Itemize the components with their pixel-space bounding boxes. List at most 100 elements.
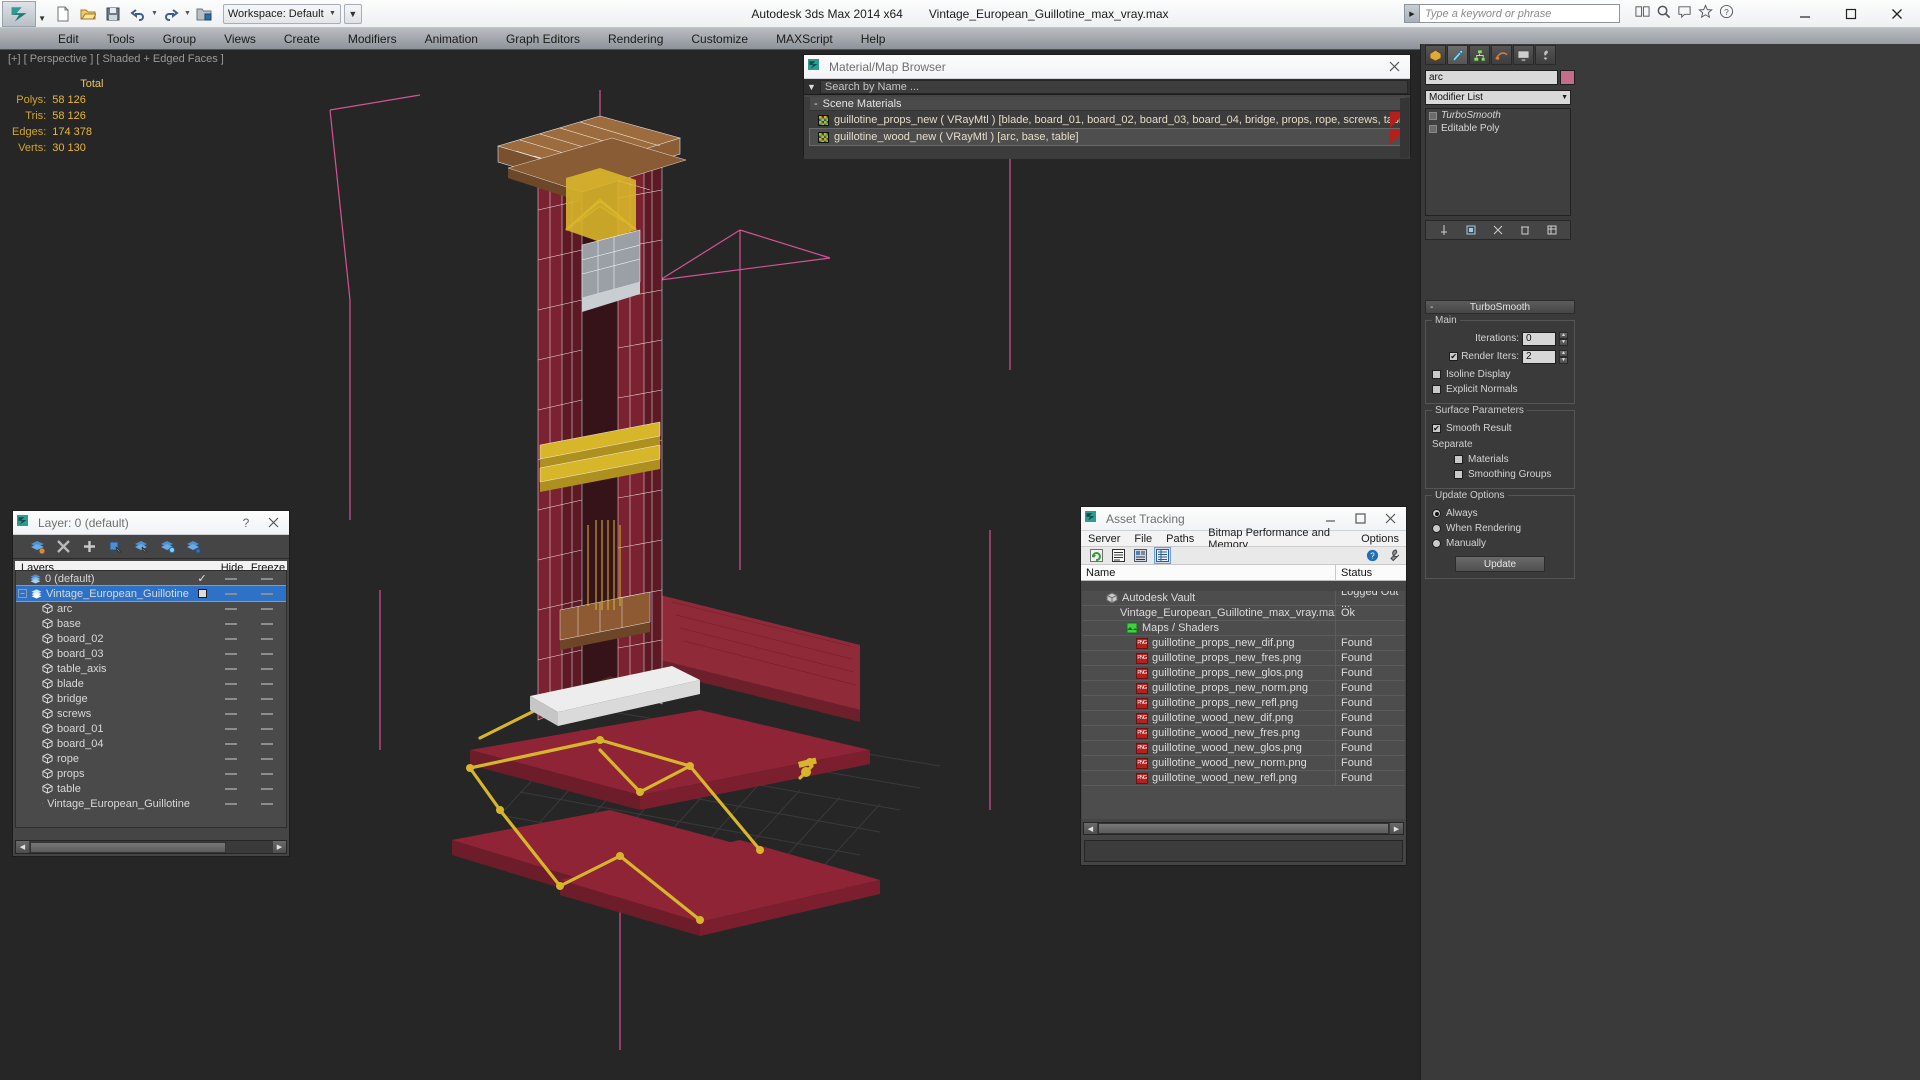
material-map-browser-window[interactable]: Material/Map Browser ▼ Search by Name ..…: [803, 54, 1411, 159]
undo-icon[interactable]: [127, 3, 149, 25]
asset-menu-file[interactable]: File: [1127, 531, 1159, 547]
layer-row-board-03[interactable]: board_03: [16, 646, 286, 661]
add-selected-objects-icon[interactable]: [81, 538, 98, 555]
show-end-result-icon[interactable]: [1463, 223, 1478, 238]
asset-col-name[interactable]: Name: [1081, 564, 1336, 581]
layer-hide-toggle[interactable]: [225, 652, 237, 655]
list-view-icon[interactable]: [1111, 548, 1126, 563]
asset-scroll-thumb[interactable]: [1098, 823, 1389, 834]
layer-row-bridge[interactable]: bridge: [16, 691, 286, 706]
save-file-icon[interactable]: [102, 3, 124, 25]
layer-hide-toggle[interactable]: [225, 622, 237, 625]
update-always-radio[interactable]: [1432, 509, 1441, 518]
layer-hide-toggle[interactable]: [225, 637, 237, 640]
layer-hide-toggle[interactable]: [225, 667, 237, 670]
layer-list[interactable]: 0 (default) ✓ − Vintage_European_Guillot…: [15, 570, 287, 828]
search-icon[interactable]: [1656, 4, 1671, 19]
hierarchy-view-icon[interactable]: [1154, 547, 1171, 564]
scroll-right-icon[interactable]: ▶: [273, 841, 286, 853]
layer-freeze-toggle[interactable]: [261, 607, 273, 610]
menu-animation[interactable]: Animation: [411, 28, 492, 50]
pin-stack-icon[interactable]: [1436, 223, 1451, 238]
layer-hide-toggle[interactable]: [225, 787, 237, 790]
redo-icon[interactable]: [160, 3, 182, 25]
smoothing-groups-row[interactable]: Smoothing Groups: [1432, 467, 1568, 482]
layer-hide-toggle[interactable]: [225, 682, 237, 685]
layer-titlebar[interactable]: Layer: 0 (default) ?: [13, 511, 289, 535]
asset-row-png[interactable]: PNG guillotine_wood_new_norm.png Found: [1082, 755, 1405, 771]
menu-create[interactable]: Create: [270, 28, 334, 50]
render-iters-spinner[interactable]: ▲ ▼: [1559, 349, 1568, 364]
set-current-layer-to-selection-icon[interactable]: [159, 538, 176, 555]
materials-checkbox[interactable]: [1454, 455, 1463, 464]
layer-row-blade[interactable]: blade: [16, 676, 286, 691]
asset-menu-bitmap-performance[interactable]: Bitmap Performance and Memory: [1201, 527, 1354, 551]
layer-freeze-toggle[interactable]: [261, 727, 273, 730]
viewport-label[interactable]: [+] [ Perspective ] [ Shaded + Edged Fac…: [8, 53, 224, 65]
make-unique-icon[interactable]: [1490, 223, 1505, 238]
update-manually-row[interactable]: Manually: [1432, 536, 1568, 551]
asset-row-png[interactable]: PNG guillotine_wood_new_glos.png Found: [1082, 740, 1405, 756]
material-row-props[interactable]: guillotine_props_new ( VRayMtl ) [blade,…: [810, 112, 1406, 128]
layer-freeze-toggle[interactable]: [261, 652, 273, 655]
asset-row-png[interactable]: PNG guillotine_props_new_norm.png Found: [1082, 680, 1405, 696]
search-input[interactable]: Type a keyword or phrase: [1420, 4, 1620, 23]
asset-col-status[interactable]: Status: [1336, 567, 1406, 579]
menu-graph-editors[interactable]: Graph Editors: [492, 28, 594, 50]
scroll-left-icon[interactable]: ◀: [16, 841, 29, 853]
iterations-spinner[interactable]: ▲ ▼: [1559, 331, 1568, 346]
highlight-selected-objects-layers-icon[interactable]: [185, 538, 202, 555]
app-menu-button[interactable]: ▼: [2, 0, 46, 27]
layer-row-table-axis[interactable]: table_axis: [16, 661, 286, 676]
material-browser-close-button[interactable]: [1382, 57, 1406, 77]
isoline-display-checkbox[interactable]: [1432, 370, 1441, 379]
smoothing-groups-checkbox[interactable]: [1454, 470, 1463, 479]
layer-hide-toggle[interactable]: [225, 712, 237, 715]
expand-collapse-icon[interactable]: −: [18, 589, 27, 598]
workspace-selector[interactable]: Workspace: Default ▼: [222, 3, 341, 24]
layer-current-checkbox[interactable]: [197, 589, 207, 598]
layer-freeze-toggle[interactable]: [261, 682, 273, 685]
update-when-rendering-radio[interactable]: [1432, 524, 1441, 533]
asset-tracking-window[interactable]: Asset Tracking Server File Paths Bitmap …: [1080, 506, 1407, 866]
asset-row-maps-shaders[interactable]: Maps / Shaders: [1082, 620, 1405, 636]
scene-materials-group[interactable]: - Scene Materials: [810, 97, 1406, 111]
settings-wrench-icon[interactable]: [1387, 549, 1400, 562]
scroll-right-icon[interactable]: ▶: [1390, 823, 1403, 834]
layer-hide-toggle[interactable]: [225, 607, 237, 610]
layer-freeze-toggle[interactable]: [261, 697, 273, 700]
new-file-icon[interactable]: [52, 3, 74, 25]
asset-menu-server[interactable]: Server: [1081, 531, 1127, 547]
asset-tracking-list[interactable]: Autodesk Vault Logged Out ... 3 Vintage_…: [1082, 591, 1405, 819]
layer-hide-toggle[interactable]: [225, 802, 237, 805]
layer-close-button[interactable]: [261, 513, 285, 533]
hierarchy-tab[interactable]: [1469, 45, 1490, 65]
material-row-wood[interactable]: guillotine_wood_new ( VRayMtl ) [arc, ba…: [809, 128, 1407, 146]
asset-row-max-file[interactable]: 3 Vintage_European_Guillotine_max_vray.m…: [1082, 605, 1405, 621]
asset-row-png[interactable]: PNG guillotine_wood_new_fres.png Found: [1082, 725, 1405, 741]
display-tab[interactable]: [1513, 45, 1534, 65]
layer-current-check-icon[interactable]: ✓: [197, 572, 206, 585]
configure-modifier-sets-icon[interactable]: [1545, 223, 1560, 238]
isoline-display-row[interactable]: Isoline Display: [1432, 367, 1568, 382]
smooth-result-checkbox[interactable]: ✔: [1432, 424, 1441, 433]
update-button[interactable]: Update: [1455, 556, 1545, 572]
set-project-folder-icon[interactable]: [193, 3, 215, 25]
help-icon[interactable]: ?: [1366, 549, 1379, 562]
menu-help[interactable]: Help: [847, 28, 900, 50]
material-browser-scrollbar[interactable]: [1400, 98, 1409, 158]
modify-tab[interactable]: [1447, 45, 1468, 65]
layer-freeze-toggle[interactable]: [261, 742, 273, 745]
layer-row-props[interactable]: props: [16, 766, 286, 781]
asset-row-png[interactable]: PNG guillotine_props_new_fres.png Found: [1082, 650, 1405, 666]
maximize-button[interactable]: [1828, 0, 1874, 28]
select-highlighted-objects-icon[interactable]: [133, 538, 150, 555]
layer-manager-window[interactable]: Layer: 0 (default) ? Layers Hide Freeze …: [12, 510, 290, 857]
menu-edit[interactable]: Edit: [44, 28, 93, 50]
menu-modifiers[interactable]: Modifiers: [334, 28, 411, 50]
exchange-icon[interactable]: [1635, 4, 1650, 19]
smooth-result-row[interactable]: ✔ Smooth Result: [1432, 421, 1568, 436]
menu-maxscript[interactable]: MAXScript: [762, 28, 847, 50]
undo-dropdown-caret-icon[interactable]: ▼: [151, 10, 158, 17]
scroll-left-icon[interactable]: ◀: [1084, 823, 1097, 834]
